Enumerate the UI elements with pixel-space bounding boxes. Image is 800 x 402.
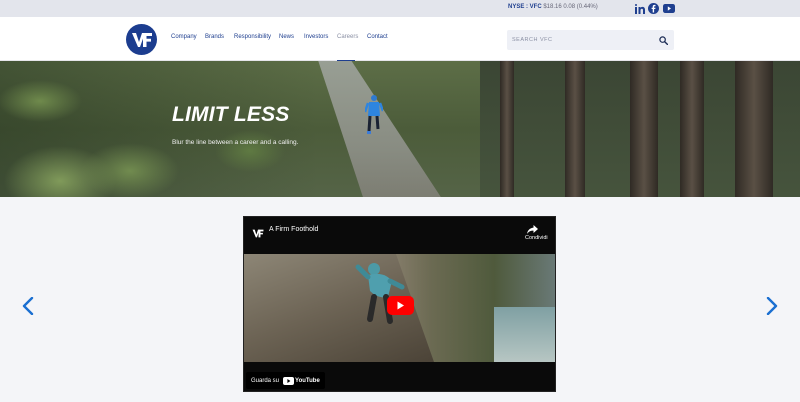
tree-trunk bbox=[565, 61, 585, 197]
hero-banner: LIMIT LESS Blur the line between a caree… bbox=[0, 61, 800, 197]
tree-trunk bbox=[735, 61, 773, 197]
youtube-logo-text: YouTube bbox=[295, 377, 320, 384]
youtube-logo-icon: YouTube bbox=[283, 376, 320, 385]
hero-subtitle: Blur the line between a career and a cal… bbox=[172, 139, 299, 146]
nav-contact[interactable]: Contact bbox=[367, 34, 388, 40]
nav-careers[interactable]: Careers bbox=[337, 34, 358, 40]
nav-brands[interactable]: Brands bbox=[205, 34, 224, 40]
stock-ticker: NYSE : VFC bbox=[508, 4, 542, 10]
play-button[interactable] bbox=[387, 296, 414, 315]
stock-quote: NYSE : VFC $18.16 0.08 (0.44%) bbox=[508, 4, 598, 10]
hero-title: LIMIT LESS bbox=[172, 103, 290, 126]
vf-logo[interactable] bbox=[126, 24, 157, 55]
video-header bbox=[244, 217, 555, 254]
share-label[interactable]: Condividi bbox=[525, 235, 548, 241]
watch-on-youtube-button[interactable]: Guarda su YouTube bbox=[246, 372, 325, 389]
search-box bbox=[507, 30, 674, 50]
watch-on-label: Guarda su bbox=[251, 377, 280, 384]
magnifier-icon[interactable] bbox=[657, 34, 669, 46]
linkedin-icon[interactable] bbox=[634, 3, 645, 14]
tree-trunk bbox=[680, 61, 704, 197]
climber-figure bbox=[344, 257, 414, 327]
channel-logo-icon[interactable] bbox=[252, 225, 264, 238]
chevron-right-icon[interactable] bbox=[765, 297, 779, 315]
site-header: Company Brands Responsibility News Inves… bbox=[0, 17, 800, 61]
nav-news[interactable]: News bbox=[279, 34, 294, 40]
video-river bbox=[494, 307, 555, 362]
nav-investors[interactable]: Investors bbox=[304, 34, 328, 40]
share-icon[interactable] bbox=[525, 223, 539, 235]
runner-figure bbox=[363, 94, 385, 134]
search-input[interactable] bbox=[512, 34, 652, 46]
video-title[interactable]: A Firm Foothold bbox=[269, 226, 318, 233]
utility-bar: NYSE : VFC $18.16 0.08 (0.44%) bbox=[0, 0, 800, 17]
video-carousel: A Firm Foothold Condividi Guarda su YouT… bbox=[0, 197, 800, 402]
tree-trunk bbox=[500, 61, 514, 197]
nav-responsibility[interactable]: Responsibility bbox=[234, 34, 271, 40]
video-player[interactable]: A Firm Foothold Condividi Guarda su YouT… bbox=[243, 216, 556, 392]
youtube-icon[interactable] bbox=[663, 3, 675, 14]
stock-change: 0.08 bbox=[563, 4, 576, 10]
stock-percent: (0.44%) bbox=[576, 4, 598, 10]
stock-price: $18.16 bbox=[543, 4, 562, 10]
nav-company[interactable]: Company bbox=[171, 34, 197, 40]
facebook-icon[interactable] bbox=[648, 3, 659, 14]
hero-ferns bbox=[0, 61, 330, 197]
tree-trunk bbox=[630, 61, 658, 197]
chevron-left-icon[interactable] bbox=[21, 297, 35, 315]
